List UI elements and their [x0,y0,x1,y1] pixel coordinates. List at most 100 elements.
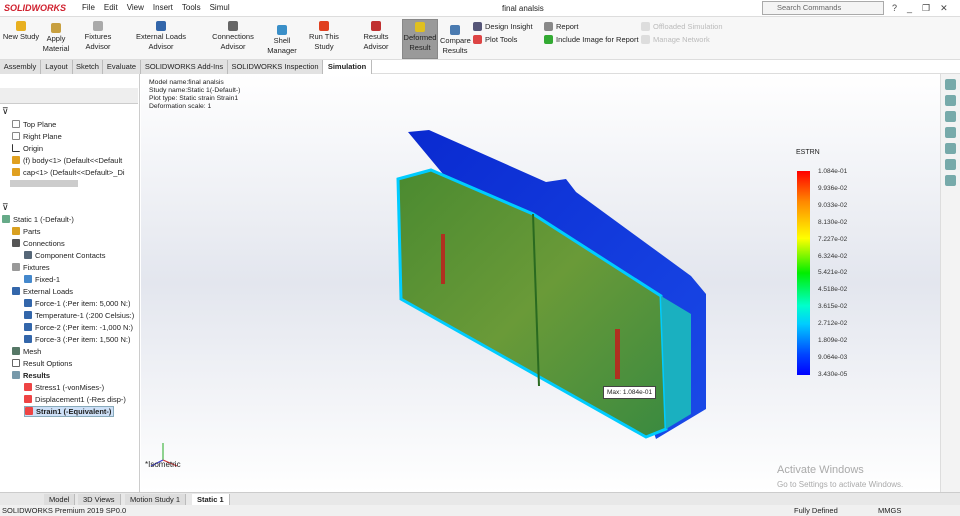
tab-evaluate[interactable]: Evaluate [103,60,141,74]
network-icon [641,35,650,44]
design-insight-icon [473,22,482,31]
results-advisor-button[interactable]: Results Advisor [352,19,400,52]
tree-item-cap[interactable]: cap<1> (Default<<Default>_Di [12,167,138,179]
tree-item-right-plane[interactable]: Right Plane [12,131,138,143]
tree-results[interactable]: Results [2,370,138,382]
legend-tick-label: 8.130e-02 [818,218,848,226]
menu-file[interactable]: File [82,3,95,12]
fixtures-advisor-button[interactable]: Fixtures Advisor [72,19,124,52]
simulation-study-tree: Static 1 (-Default-) Parts Connections C… [0,214,138,418]
legend-tick-label: 1.809e-02 [818,337,848,344]
menu-edit[interactable]: Edit [104,3,118,12]
external-loads-advisor-button[interactable]: External Loads Advisor [126,19,196,52]
minimize-icon[interactable]: _ [907,3,912,14]
tab-addins[interactable]: SOLIDWORKS Add-Ins [141,60,228,74]
tab-inspection[interactable]: SOLIDWORKS Inspection [228,60,323,74]
ribbon: New Study Apply Material Fixtures Adviso… [0,17,960,60]
tree-external-loads[interactable]: External Loads [2,286,138,298]
tree-displacement1[interactable]: Displacement1 (-Res disp-) [2,394,138,406]
tree-fixtures[interactable]: Fixtures [2,262,138,274]
close-icon[interactable]: ✕ [940,3,948,14]
search-commands-input[interactable]: Search Commands [762,1,884,15]
tab-sketch[interactable]: Sketch [73,60,103,74]
tree-item-top-plane[interactable]: Top Plane [12,119,138,131]
feature-tree: Top Plane Right Plane Origin (f) body<1>… [0,119,138,179]
tree-item-body[interactable]: (f) body<1> (Default<<Default [12,155,138,167]
filter-icon[interactable]: ⊽ [2,106,9,117]
offload-icon [641,22,650,31]
tree-component-contacts[interactable]: Component Contacts [2,250,138,262]
apply-material-button[interactable]: Apply Material [42,21,70,54]
high-strain-region [441,234,445,284]
legend-tick-label: 4.518e-02 [818,286,848,294]
resources-icon[interactable] [945,95,956,106]
manage-network-button[interactable]: Manage Network [641,35,710,44]
help-icon[interactable]: ? [892,3,897,14]
tree-fixed-1[interactable]: Fixed-1 [2,274,138,286]
new-study-button[interactable]: New Study [2,19,40,42]
properties-icon[interactable] [945,159,956,170]
menu-tools[interactable]: Tools [182,3,201,12]
connections-advisor-button[interactable]: Connections Advisor [200,19,266,52]
menu-bar: File Edit View Insert Tools Simul [82,3,230,12]
tree-force-3[interactable]: Force-3 (:Per item: 1,500 N:) [2,334,138,346]
run-this-study-button[interactable]: Run This Study [300,19,348,52]
design-library-icon[interactable] [945,111,956,122]
legend-tick-label: 3.430e-05 [818,370,848,378]
legend-tick-label: 9.033e-02 [818,201,848,209]
tree-force-1[interactable]: Force-1 (:Per item: 5,000 N:) [2,298,138,310]
plot-info: Model name:final analsis Study name:Stati… [149,79,241,110]
graphics-viewport[interactable]: Model name:final analsis Study name:Stati… [141,74,940,492]
tree-mesh[interactable]: Mesh [2,346,138,358]
run-icon [319,21,329,31]
restore-icon[interactable]: ❐ [922,3,930,14]
compare-icon [450,25,460,35]
tree-parts[interactable]: Parts [2,226,138,238]
units-selector[interactable]: MMGS [878,505,901,516]
tree-temperature-1[interactable]: Temperature-1 (:200 Celsius:) [2,310,138,322]
home-icon[interactable] [945,79,956,90]
material-icon [51,23,61,33]
legend-tick-label: 9.064e-03 [818,353,848,361]
feature-manager-panel: ⊽ Top Plane Right Plane Origin (f) body<… [0,74,140,492]
panel-tab-bar[interactable] [0,88,138,104]
forum-icon[interactable] [945,175,956,186]
tree-stress1[interactable]: Stress1 (-vonMises-) [2,382,138,394]
shell-manager-button[interactable]: Shell Manager [266,23,298,56]
tree-force-2[interactable]: Force-2 (:Per item: -1,000 N:) [2,322,138,334]
new-study-icon [16,21,26,31]
results-advisor-icon [371,21,381,31]
tab-layout[interactable]: Layout [41,60,73,74]
tree-connections[interactable]: Connections [2,238,138,250]
design-insight-button[interactable]: Design Insight [473,22,533,31]
tree-item-origin[interactable]: Origin [12,143,138,155]
include-image-button[interactable]: Include Image for Report [544,35,639,44]
deformed-result-button[interactable]: Deformed Result [402,19,438,59]
report-button[interactable]: Report [544,22,579,31]
legend-tick-label: 5.421e-02 [818,269,848,277]
menu-simulation[interactable]: Simul [210,3,230,12]
appearances-icon[interactable] [945,143,956,154]
tab-assembly[interactable]: Assembly [0,60,41,74]
menu-view[interactable]: View [127,3,144,12]
compare-results-button[interactable]: Compare Results [440,23,471,56]
brake-pad-model[interactable] [391,124,711,444]
legend-tick-label: 3.615e-02 [818,303,848,311]
max-annotation: Max: 1.084e-01 [603,386,657,399]
activation-watermark-sub: Go to Settings to activate Windows. [777,480,904,489]
offloaded-simulation-button[interactable]: Offloaded Simulation [641,22,723,31]
plot-tools-button[interactable]: Plot Tools [473,35,517,44]
tab-simulation[interactable]: Simulation [323,60,372,74]
plot-tools-icon [473,35,482,44]
view-orientation-label: *Isometric [145,460,181,469]
horizontal-scrollbar[interactable] [10,180,78,187]
file-explorer-icon[interactable] [945,127,956,138]
menu-insert[interactable]: Insert [153,3,173,12]
tree-result-options[interactable]: Result Options [2,358,138,370]
tree-strain1[interactable]: Strain1 (-Equivalent-) [2,406,138,418]
window-controls: ? _ ❐ ✕ [892,3,948,14]
filter-icon[interactable]: ⊽ [2,202,9,213]
legend-color-bar [797,171,810,375]
study-root[interactable]: Static 1 (-Default-) [2,214,138,226]
legend-title: ESTRN [796,149,820,156]
